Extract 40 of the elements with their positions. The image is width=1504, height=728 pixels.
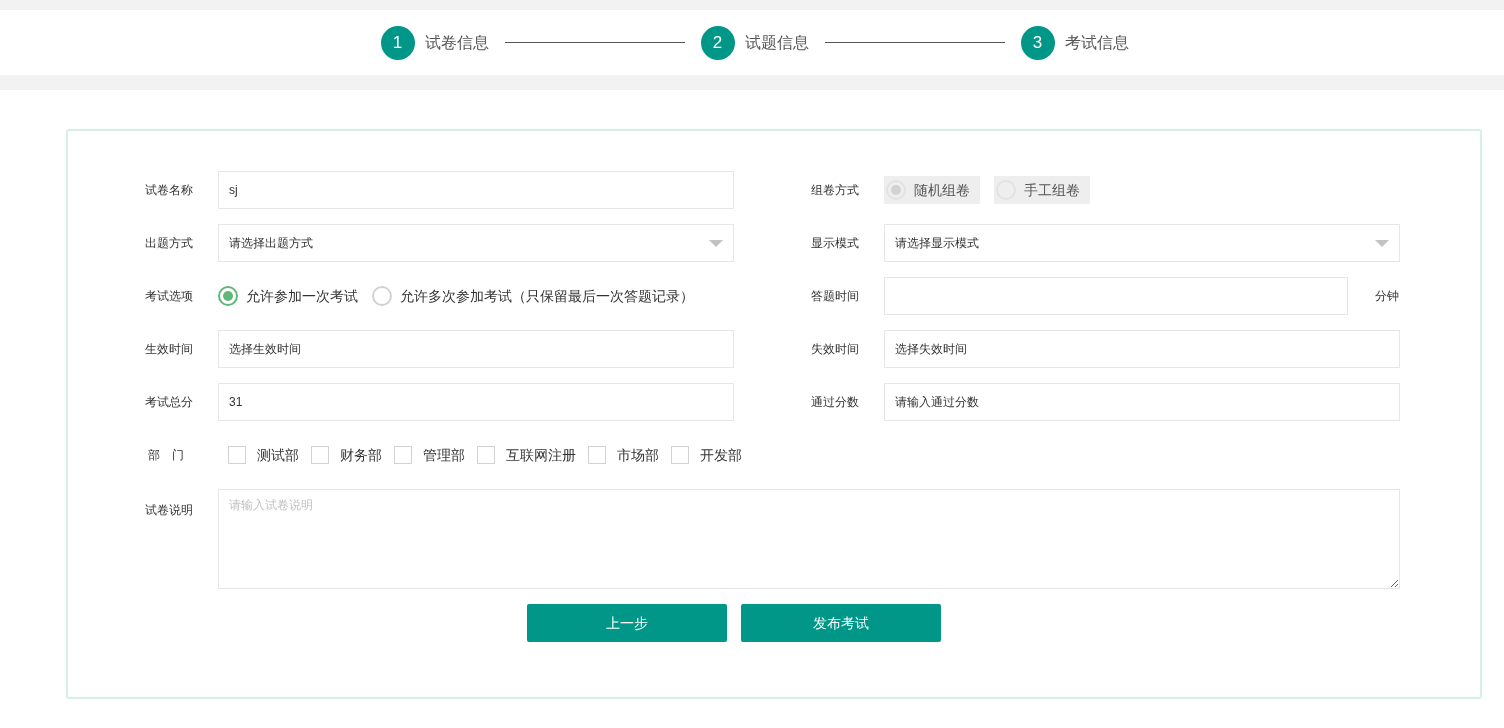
caret-icon: [709, 239, 723, 247]
unit-label: 分钟: [1375, 288, 1399, 305]
input-field[interactable]: 选择生效时间: [218, 330, 734, 368]
field-label: 显示模式: [811, 235, 860, 252]
step-label: 试卷信息: [424, 32, 489, 53]
step-number: 1: [380, 25, 415, 60]
field-label: 试卷名称: [145, 182, 194, 199]
checkbox-option[interactable]: 市场部: [588, 444, 659, 466]
step-number: 2: [700, 25, 735, 60]
field-label: 生效时间: [145, 341, 194, 358]
checkbox-option[interactable]: 开发部: [671, 444, 742, 466]
select-field[interactable]: 请选择出题方式: [218, 224, 734, 262]
step-number: 3: [1020, 25, 1055, 60]
form-button[interactable]: 发布考试: [741, 604, 941, 642]
checkbox-option[interactable]: 测试部: [228, 444, 299, 466]
checkbox-option[interactable]: 互联网注册: [477, 444, 576, 466]
field-label: 试卷说明: [145, 502, 194, 519]
select-field[interactable]: 请选择显示模式: [884, 224, 1400, 262]
field-label: 出题方式: [145, 235, 194, 252]
field-label: 通过分数: [811, 394, 860, 411]
textarea-field[interactable]: 请输入试卷说明: [218, 489, 1400, 589]
radio-option[interactable]: 允许参加一次考试: [218, 285, 358, 307]
form-button[interactable]: 上一步: [527, 604, 727, 642]
step-label: 试题信息: [744, 32, 809, 53]
input-field[interactable]: 31: [218, 383, 734, 421]
input-field[interactable]: 请输入通过分数: [884, 383, 1400, 421]
field-label: 失效时间: [811, 341, 860, 358]
field-label: 组卷方式: [811, 182, 860, 199]
input-field[interactable]: sj: [218, 171, 734, 209]
step-label: 考试信息: [1064, 32, 1129, 53]
field-label: 考试总分: [145, 394, 194, 411]
checkbox-option[interactable]: 财务部: [311, 444, 382, 466]
field-label: 答题时间: [811, 288, 860, 305]
caret-icon: [1375, 239, 1389, 247]
checkbox-option[interactable]: 管理部: [394, 444, 465, 466]
input-field[interactable]: [884, 277, 1348, 315]
input-field[interactable]: 选择失效时间: [884, 330, 1400, 368]
field-label: 考试选项: [145, 288, 194, 305]
radio-option[interactable]: 允许多次参加考试（只保留最后一次答题记录）: [372, 285, 694, 307]
field-label: 部 门: [147, 447, 185, 464]
